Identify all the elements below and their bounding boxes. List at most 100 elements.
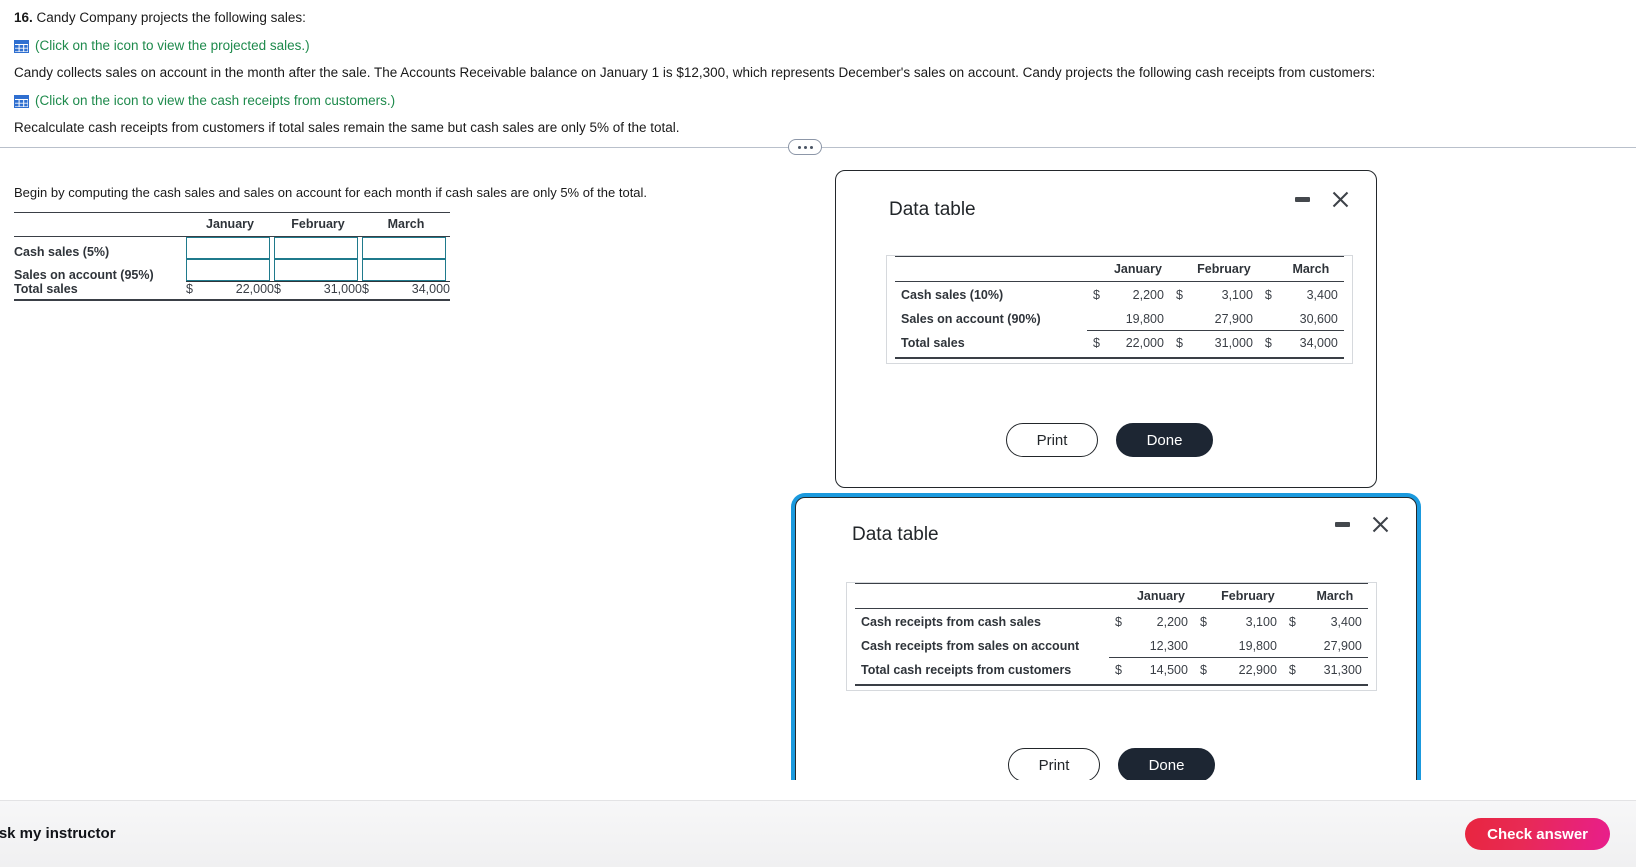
question-number: 16. <box>14 10 33 25</box>
row-label-cash-receipts-sales-on-account: Cash receipts from sales on account <box>861 639 1080 653</box>
column-header-january: January <box>206 216 254 231</box>
sales-on-account-february-value: 27,900 <box>1188 306 1259 331</box>
sales-on-account-january-input[interactable] <box>186 259 270 281</box>
currency-symbol <box>1282 633 1302 658</box>
cash-sales-march-cell[interactable] <box>362 237 450 259</box>
total-sales-march-value: 34,000 <box>1299 336 1338 351</box>
sales-on-account-january-cell[interactable] <box>186 259 274 282</box>
table-grid-icon[interactable] <box>14 94 29 108</box>
currency-symbol: $ <box>1199 615 1207 629</box>
dialog1-total-row: Total sales $ 22,000 $ 31,000 $ 34,000 <box>895 330 1344 354</box>
table-row: Sales on account (95%) <box>14 259 450 282</box>
currency-symbol: $ <box>186 282 193 296</box>
currency-symbol: $ <box>1288 615 1296 629</box>
dialog2-button-row: Print Done <box>1008 748 1215 782</box>
column-header-february: February <box>291 216 345 231</box>
column-header-february: February <box>1197 261 1251 276</box>
cash-receipts-link-row[interactable]: (Click on the icon to view the cash rece… <box>14 91 1494 111</box>
dialog1-button-row: Print Done <box>1006 423 1213 457</box>
currency-header <box>1170 259 1189 281</box>
currency-symbol: $ <box>1264 288 1272 302</box>
currency-header <box>1087 259 1106 281</box>
answer-worksheet: Begin by computing the cash sales and sa… <box>14 185 654 301</box>
total-rule-bottom <box>895 357 1344 359</box>
table-grid-icon[interactable] <box>14 39 29 53</box>
minimize-icon[interactable] <box>1295 197 1310 202</box>
projected-sales-link-text[interactable]: (Click on the icon to view the projected… <box>35 36 310 56</box>
cash-receipts-link-text[interactable]: (Click on the icon to view the cash rece… <box>35 91 395 111</box>
table-row: Cash receipts from sales on account 12,3… <box>855 633 1368 658</box>
worksheet-total-row: Total sales $22,000 $31,000 $34,000 <box>14 282 450 296</box>
column-header-january: January <box>1113 261 1162 276</box>
currency-symbol: $ <box>1264 336 1272 351</box>
currency-symbol: $ <box>1093 336 1100 351</box>
done-button[interactable]: Done <box>1118 748 1215 782</box>
total-sales-january-value: 22,000 <box>1125 336 1164 351</box>
currency-header <box>1283 586 1302 608</box>
question-requirement-text: Recalculate cash receipts from customers… <box>14 120 680 136</box>
check-answer-button[interactable]: Check answer <box>1465 818 1610 850</box>
currency-symbol <box>1169 306 1189 331</box>
sales-on-account-february-input[interactable] <box>274 259 358 281</box>
cash-receipts-table: January February March Cash receipts fro… <box>855 583 1368 686</box>
projected-sales-link-row[interactable]: (Click on the icon to view the projected… <box>14 36 1494 56</box>
cash-receipts-account-january-value: 12,300 <box>1127 633 1194 658</box>
data-table-dialog-projected-sales[interactable]: Data table January February March Cash s… <box>835 170 1377 488</box>
close-icon[interactable] <box>1332 191 1349 208</box>
dialog-table-frame: January February March Cash receipts fro… <box>846 582 1377 691</box>
column-header-february: February <box>1221 588 1275 603</box>
total-cash-receipts-march-value: 31,300 <box>1323 663 1362 678</box>
total-rule-bottom <box>14 299 450 301</box>
value: 31,000 <box>323 282 362 296</box>
dialog1-header-row: January February March <box>895 259 1344 281</box>
print-button[interactable]: Print <box>1006 423 1098 457</box>
cash-sales-january-cell[interactable] <box>186 237 274 259</box>
row-label-cash-sales: Cash sales (5%) <box>14 245 110 259</box>
currency-header <box>1259 259 1278 281</box>
currency-symbol: $ <box>1093 288 1100 302</box>
content-white-strip <box>0 780 1636 800</box>
cash-sales-january-value: 2,200 <box>1132 288 1164 302</box>
currency-symbol <box>1109 633 1128 658</box>
sales-on-account-march-input[interactable] <box>362 259 446 281</box>
print-button[interactable]: Print <box>1008 748 1100 782</box>
table-row: Sales on account (90%) 19,800 27,900 30,… <box>895 306 1344 331</box>
total-sales-february-value: 31,000 <box>1214 336 1253 351</box>
value: 34,000 <box>411 282 450 296</box>
row-label-total-sales: Total sales <box>14 282 78 296</box>
worksheet-rowlabel-header <box>14 215 186 236</box>
dialog-title: Data table <box>889 199 976 220</box>
cash-sales-march-input[interactable] <box>362 237 446 259</box>
cash-sales-february-cell[interactable] <box>274 237 362 259</box>
currency-symbol: $ <box>362 282 369 296</box>
currency-symbol <box>1193 633 1213 658</box>
data-table-dialog-cash-receipts[interactable]: Data table January February March Cash r… <box>795 497 1417 815</box>
row-label-sales-on-account: Sales on account (95%) <box>14 267 154 282</box>
dialog-window-controls <box>1335 516 1389 533</box>
currency-symbol: $ <box>1115 615 1122 629</box>
cash-sales-january-input[interactable] <box>186 237 270 259</box>
cash-receipts-cash-sales-january-value: 2,200 <box>1156 615 1188 629</box>
dialog1-rowlabel-header <box>895 259 1087 281</box>
done-button[interactable]: Done <box>1116 423 1213 457</box>
ellipsis-dot <box>797 145 801 149</box>
sales-on-account-february-cell[interactable] <box>274 259 362 282</box>
row-label-cash-receipts-cash-sales: Cash receipts from cash sales <box>861 615 1041 629</box>
cash-sales-february-input[interactable] <box>274 237 358 259</box>
question-intro-line: 16. Candy Company projects the following… <box>14 8 1494 28</box>
ellipsis-toggle-button[interactable] <box>788 139 822 155</box>
table-row: Cash sales (5%) <box>14 237 450 259</box>
row-label-total-sales: Total sales <box>901 336 965 350</box>
close-icon[interactable] <box>1372 516 1389 533</box>
dialog-window-controls <box>1295 191 1349 208</box>
currency-symbol: $ <box>1175 288 1183 302</box>
ask-my-instructor-link[interactable]: Ask my instructor <box>0 825 116 842</box>
total-cash-receipts-january-value: 14,500 <box>1149 663 1188 678</box>
minimize-icon[interactable] <box>1335 522 1350 527</box>
sales-on-account-march-cell[interactable] <box>362 259 450 282</box>
dialog-table-frame: January February March Cash sales (10%) … <box>886 255 1353 364</box>
section-divider <box>0 139 1636 155</box>
ellipsis-dot <box>809 145 813 149</box>
column-header-march: March <box>387 216 425 231</box>
table-row: Cash receipts from cash sales $ 2,200 $ … <box>855 609 1368 634</box>
